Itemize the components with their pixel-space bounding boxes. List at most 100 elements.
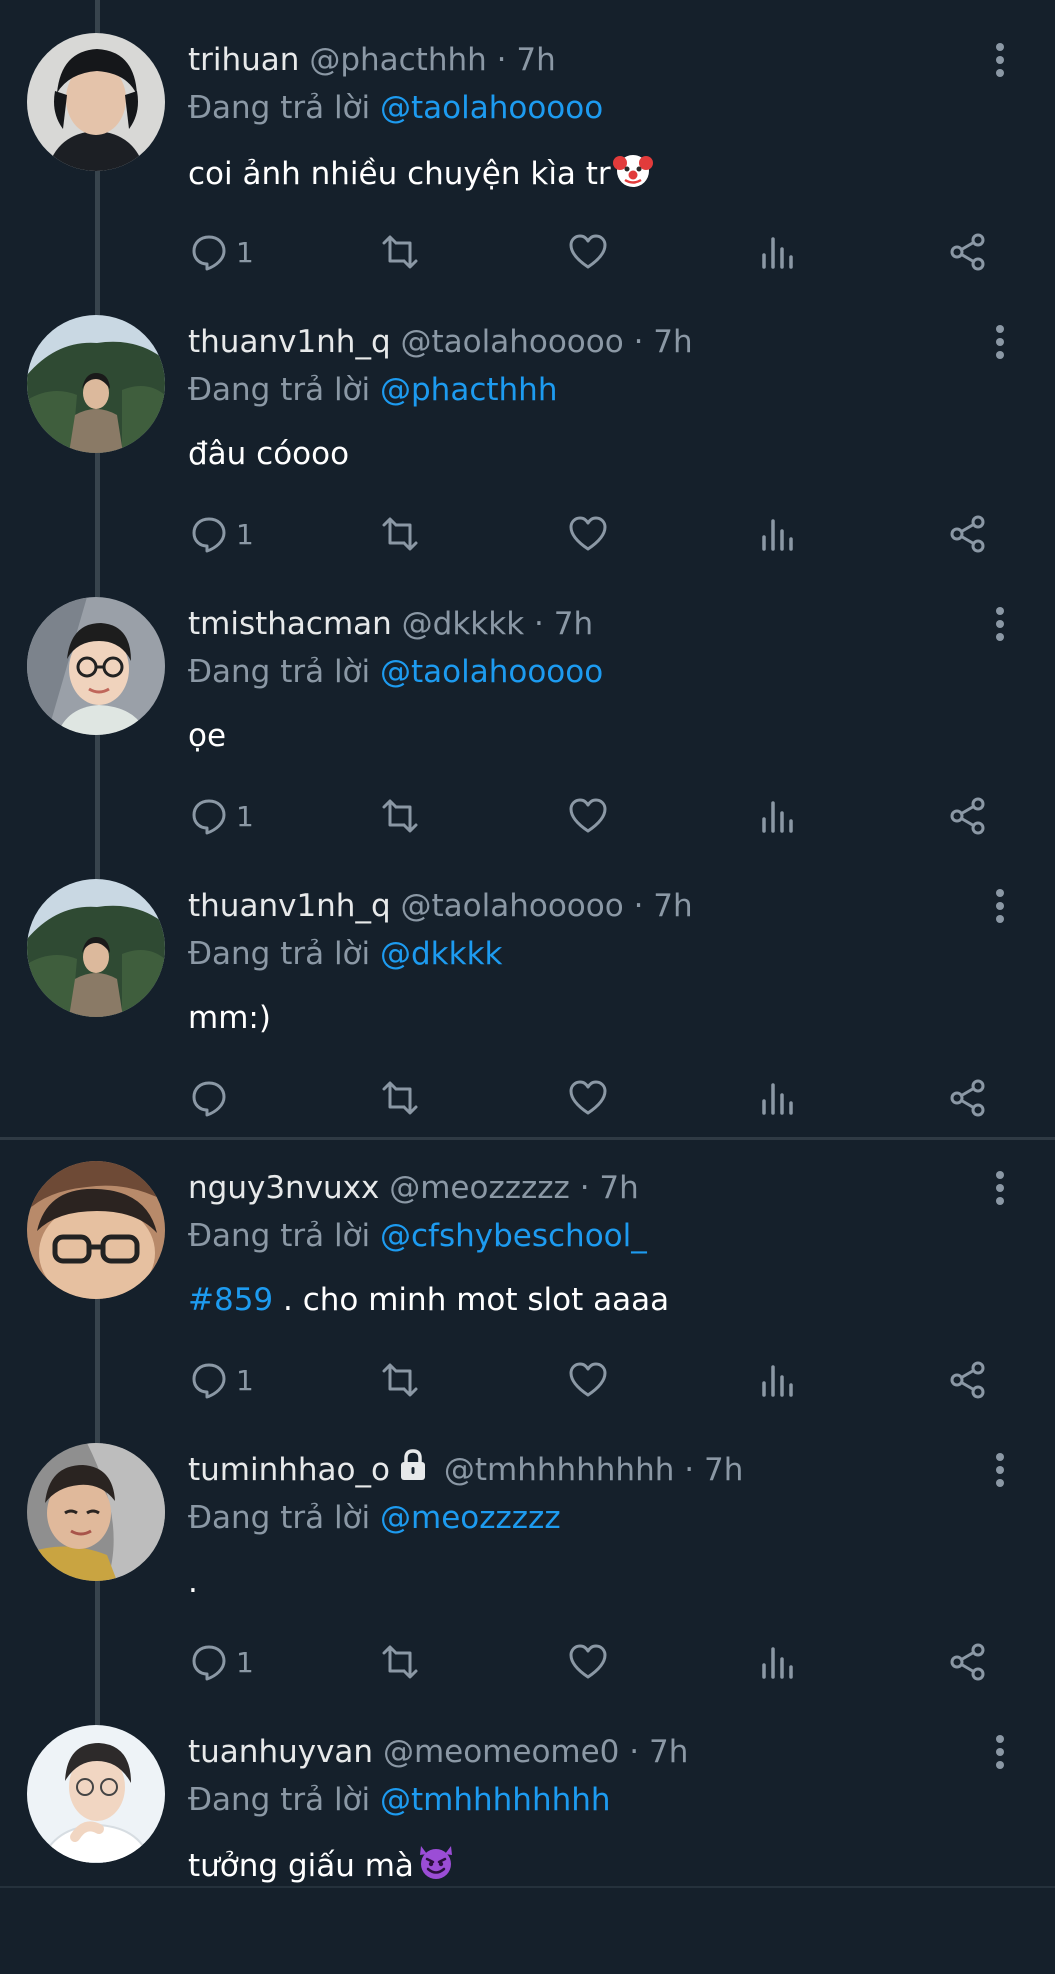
tweet-text: #859 . cho minh mot slot aaaa — [188, 1278, 669, 1322]
views-button[interactable] — [760, 510, 796, 558]
tweet-header: tmisthacman @dkkkk · 7h — [188, 602, 593, 646]
share-button[interactable] — [948, 1638, 988, 1686]
display-name[interactable]: trihuan — [188, 42, 299, 78]
thread-line — [95, 846, 100, 879]
thread-line — [95, 1581, 100, 1692]
more-options-icon[interactable] — [985, 886, 1015, 926]
more-options-icon[interactable] — [985, 40, 1015, 80]
avatar[interactable] — [27, 1161, 165, 1299]
timestamp[interactable]: 7h — [649, 1734, 688, 1770]
reply-mention[interactable]: @tmhhhhhhhh — [380, 1782, 611, 1818]
timestamp[interactable]: 7h — [599, 1170, 638, 1206]
tweet[interactable]: tuanhuyvan @meomeome0 · 7h Đang trả lời … — [0, 1692, 1055, 1974]
share-button[interactable] — [948, 228, 988, 276]
display-name[interactable]: thuanv1nh_q — [188, 324, 391, 360]
username[interactable]: @taolahooooo — [401, 888, 624, 924]
views-button[interactable] — [760, 1356, 796, 1404]
reply-mention[interactable]: @taolahooooo — [380, 90, 603, 126]
retweet-button[interactable] — [378, 1074, 422, 1122]
tweet[interactable]: tmisthacman @dkkkk · 7h Đang trả lời @ta… — [0, 564, 1055, 846]
separator-dot: · — [534, 606, 544, 642]
reply-mention[interactable]: @cfshybeschool_ — [380, 1218, 647, 1254]
retweet-button[interactable] — [378, 510, 422, 558]
reply-button[interactable] — [190, 1074, 236, 1122]
username[interactable]: @meozzzzz — [389, 1170, 570, 1206]
avatar[interactable] — [27, 879, 165, 1017]
username[interactable]: @taolahooooo — [401, 324, 624, 360]
reply-mention[interactable]: @meozzzzz — [380, 1500, 561, 1536]
retweet-icon — [382, 799, 418, 833]
reply-label: Đang trả lời — [188, 1218, 371, 1254]
views-button[interactable] — [760, 792, 796, 840]
tweet-body: coi ảnh nhiều chuyện kìa tr — [188, 156, 611, 192]
tweet-text: coi ảnh nhiều chuyện kìa tr — [188, 150, 653, 202]
display-name[interactable]: tmisthacman — [188, 606, 392, 642]
retweet-button[interactable] — [378, 1356, 422, 1404]
retweet-button[interactable] — [378, 228, 422, 276]
like-button[interactable] — [568, 228, 608, 276]
avatar[interactable] — [27, 597, 165, 735]
views-button[interactable] — [760, 1638, 796, 1686]
avatar[interactable] — [27, 315, 165, 453]
avatar[interactable] — [27, 1725, 165, 1863]
tweet[interactable]: thuanv1nh_q @taolahooooo · 7h Đang trả l… — [0, 846, 1055, 1128]
retweet-icon — [382, 1081, 418, 1115]
like-button[interactable] — [568, 792, 608, 840]
timestamp[interactable]: 7h — [704, 1452, 743, 1488]
share-button[interactable] — [948, 1074, 988, 1122]
reply-button[interactable]: 1 — [190, 228, 254, 276]
tweet-body: đâu cóooo — [188, 436, 350, 472]
reply-button[interactable]: 1 — [190, 792, 254, 840]
timestamp[interactable]: 7h — [653, 888, 692, 924]
reply-button[interactable]: 1 — [190, 1638, 254, 1686]
reply-mention[interactable]: @taolahooooo — [380, 654, 603, 690]
timestamp[interactable]: 7h — [516, 42, 555, 78]
username[interactable]: @tmhhhhhhhh — [444, 1452, 675, 1488]
like-button[interactable] — [568, 1074, 608, 1122]
more-options-icon[interactable] — [985, 322, 1015, 362]
retweet-button[interactable] — [378, 1638, 422, 1686]
tweet[interactable]: thuanv1nh_q @taolahooooo · 7h Đang trả l… — [0, 282, 1055, 564]
timestamp[interactable]: 7h — [653, 324, 692, 360]
display-name[interactable]: nguy3nvuxx — [188, 1170, 379, 1206]
reply-mention[interactable]: @phacthhh — [380, 372, 557, 408]
username[interactable]: @meomeome0 — [383, 1734, 619, 1770]
share-button[interactable] — [948, 792, 988, 840]
thread-line — [95, 1692, 100, 1725]
share-button[interactable] — [948, 510, 988, 558]
tweet[interactable]: tuminhhao_o @tmhhhhhhhh · 7h Đang trả lờ… — [0, 1410, 1055, 1692]
share-icon — [950, 1361, 985, 1399]
like-button[interactable] — [568, 1356, 608, 1404]
share-button[interactable] — [948, 1356, 988, 1404]
reply-count: 1 — [236, 1645, 254, 1679]
reply-mention[interactable]: @dkkkk — [380, 936, 503, 972]
views-button[interactable] — [760, 228, 796, 276]
analytics-icon — [762, 1647, 793, 1679]
tweet[interactable]: trihuan @phacthhh · 7h Đang trả lời @tao… — [0, 0, 1055, 282]
action-bar: 1 — [188, 792, 998, 840]
reply-context: Đang trả lời @dkkkk — [188, 932, 503, 976]
username[interactable]: @dkkkk — [402, 606, 525, 642]
more-options-icon[interactable] — [985, 1450, 1015, 1490]
views-button[interactable] — [760, 1074, 796, 1122]
display-name[interactable]: tuanhuyvan — [188, 1734, 373, 1770]
retweet-button[interactable] — [378, 792, 422, 840]
hashtag-link[interactable]: #859 — [188, 1282, 273, 1318]
tweet[interactable]: nguy3nvuxx @meozzzzz · 7h Đang trả lời @… — [0, 1128, 1055, 1410]
avatar[interactable] — [27, 1443, 165, 1581]
timestamp[interactable]: 7h — [554, 606, 593, 642]
display-name[interactable]: tuminhhao_o — [188, 1452, 390, 1488]
reply-button[interactable]: 1 — [190, 510, 254, 558]
heart-icon — [569, 1080, 607, 1115]
display-name[interactable]: thuanv1nh_q — [188, 888, 391, 924]
reply-button[interactable]: 1 — [190, 1356, 254, 1404]
reply-icon — [192, 1081, 226, 1117]
username[interactable]: @phacthhh — [309, 42, 486, 78]
more-options-icon[interactable] — [985, 1732, 1015, 1772]
avatar[interactable] — [27, 33, 165, 171]
action-bar: 1 — [188, 1356, 998, 1404]
more-options-icon[interactable] — [985, 1168, 1015, 1208]
more-options-icon[interactable] — [985, 604, 1015, 644]
like-button[interactable] — [568, 510, 608, 558]
like-button[interactable] — [568, 1638, 608, 1686]
